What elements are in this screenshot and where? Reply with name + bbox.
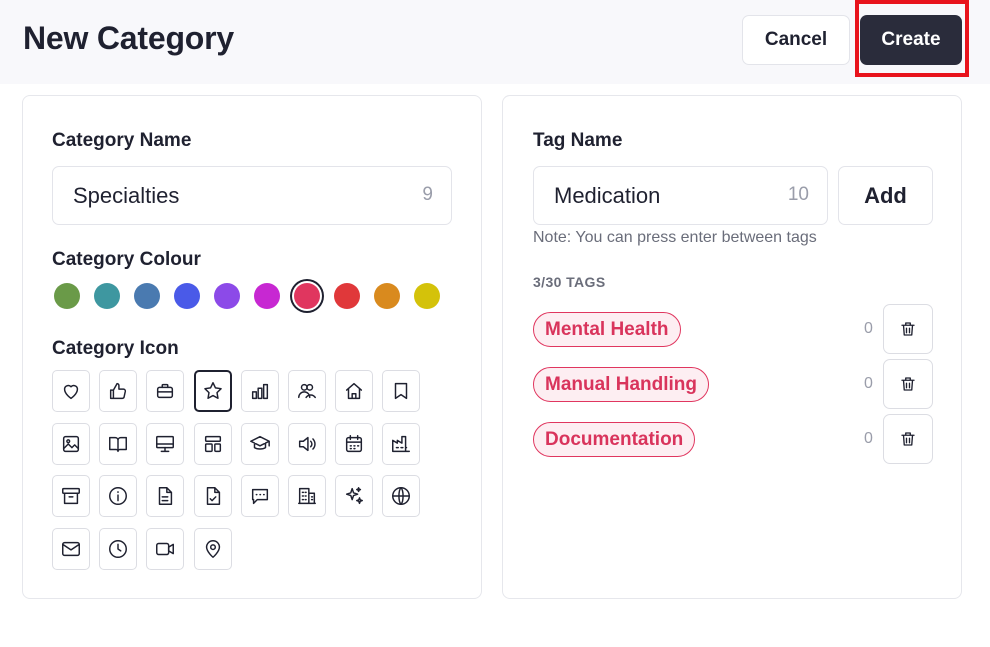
trash-icon bbox=[901, 322, 915, 336]
sparkles-icon bbox=[346, 487, 364, 505]
category-colour-label: Category Colour bbox=[52, 249, 201, 270]
tag-usage-count: 0 bbox=[864, 430, 873, 447]
icon-option-file-text[interactable] bbox=[146, 475, 185, 517]
icon-option-calendar[interactable] bbox=[335, 422, 374, 465]
category-name-char-count: 9 bbox=[422, 184, 433, 205]
layout-icon bbox=[204, 435, 221, 452]
book-open-icon bbox=[109, 436, 128, 452]
tag-note: Note: You can press enter between tags bbox=[533, 229, 817, 246]
star-icon bbox=[203, 382, 222, 399]
mail-icon bbox=[62, 541, 80, 556]
file-text-icon bbox=[159, 487, 173, 505]
heart-icon bbox=[63, 384, 79, 400]
tag-usage-count: 0 bbox=[864, 375, 873, 392]
home-icon bbox=[346, 382, 363, 400]
tags-card: Tag Name 10 Add Note: You can press ente… bbox=[502, 95, 962, 599]
tag-name-field[interactable]: 10 bbox=[533, 166, 828, 225]
category-name-label: Category Name bbox=[52, 130, 192, 151]
trash-icon bbox=[901, 377, 915, 391]
colour-swatch[interactable] bbox=[134, 283, 160, 309]
speaker-icon bbox=[298, 436, 316, 451]
delete-tag-button[interactable] bbox=[883, 414, 933, 464]
icon-option-factory[interactable] bbox=[382, 422, 421, 465]
briefcase-icon bbox=[157, 383, 174, 399]
users-icon bbox=[298, 383, 316, 399]
icon-option-clock[interactable] bbox=[99, 527, 138, 570]
page-title: New Category bbox=[23, 20, 234, 56]
icon-option-monitor[interactable] bbox=[146, 422, 185, 465]
icon-option-message[interactable] bbox=[240, 475, 279, 517]
colour-swatch[interactable] bbox=[374, 283, 400, 309]
category-card: Category Name 9 Category Colour Category… bbox=[22, 95, 482, 599]
icon-option-file-check[interactable] bbox=[193, 475, 232, 517]
tags-count: 3/30 TAGS bbox=[533, 274, 606, 290]
icon-option-graduation-cap[interactable] bbox=[240, 422, 279, 465]
icon-option-briefcase[interactable] bbox=[146, 370, 185, 412]
globe-icon bbox=[392, 487, 411, 505]
icon-option-globe[interactable] bbox=[382, 475, 421, 517]
icon-option-star[interactable] bbox=[193, 370, 232, 412]
file-check-icon bbox=[206, 487, 220, 505]
map-pin-icon bbox=[205, 539, 220, 558]
page-header: New Category Cancel Create bbox=[0, 0, 990, 84]
colour-swatch[interactable] bbox=[94, 283, 120, 309]
message-icon bbox=[251, 488, 268, 505]
icon-option-bar-chart[interactable] bbox=[240, 370, 279, 412]
icon-option-image[interactable] bbox=[52, 422, 90, 465]
icon-option-info[interactable] bbox=[99, 475, 138, 517]
tag-name-input[interactable] bbox=[554, 167, 774, 224]
icon-option-video[interactable] bbox=[146, 527, 185, 570]
graduation-cap-icon bbox=[249, 435, 270, 450]
colour-swatch[interactable] bbox=[54, 283, 80, 309]
factory-icon bbox=[392, 435, 411, 452]
calendar-icon bbox=[346, 434, 363, 452]
category-name-input[interactable] bbox=[73, 167, 373, 224]
icon-option-home[interactable] bbox=[335, 370, 374, 412]
icon-option-archive[interactable] bbox=[52, 475, 90, 517]
cancel-button[interactable]: Cancel bbox=[742, 15, 850, 65]
image-icon bbox=[62, 435, 80, 452]
icon-option-map-pin[interactable] bbox=[193, 527, 232, 570]
icon-option-heart[interactable] bbox=[52, 370, 90, 412]
tag-pill[interactable]: Documentation bbox=[533, 422, 696, 457]
colour-swatch[interactable] bbox=[214, 283, 240, 309]
colour-swatch[interactable] bbox=[174, 283, 200, 309]
colour-swatch[interactable] bbox=[334, 283, 360, 309]
trash-icon bbox=[901, 432, 915, 446]
video-icon bbox=[156, 542, 175, 555]
monitor-icon bbox=[156, 435, 175, 452]
icon-option-building[interactable] bbox=[288, 475, 326, 517]
category-name-field[interactable]: 9 bbox=[52, 166, 452, 225]
colour-swatch[interactable] bbox=[254, 283, 280, 309]
tag-name-label: Tag Name bbox=[533, 130, 623, 151]
bar-chart-icon bbox=[251, 383, 268, 400]
icon-option-book-open[interactable] bbox=[99, 422, 138, 465]
icon-option-thumbs-up[interactable] bbox=[99, 370, 138, 412]
create-button[interactable]: Create bbox=[860, 15, 962, 65]
clock-icon bbox=[109, 539, 128, 558]
delete-tag-button[interactable] bbox=[883, 359, 933, 409]
icon-option-mail[interactable] bbox=[52, 527, 90, 570]
icon-option-users[interactable] bbox=[288, 370, 326, 412]
info-icon bbox=[109, 487, 128, 505]
category-icon-label: Category Icon bbox=[52, 338, 179, 359]
building-icon bbox=[298, 487, 316, 505]
bookmark-icon bbox=[395, 382, 408, 400]
colour-swatch[interactable] bbox=[414, 283, 440, 309]
add-tag-button[interactable]: Add bbox=[838, 166, 933, 225]
thumbs-up-icon bbox=[110, 382, 127, 400]
delete-tag-button[interactable] bbox=[883, 304, 933, 354]
icon-option-layout[interactable] bbox=[193, 422, 232, 465]
icon-option-speaker[interactable] bbox=[288, 422, 326, 465]
tag-pill[interactable]: Manual Handling bbox=[533, 367, 709, 402]
icon-option-bookmark[interactable] bbox=[382, 370, 421, 412]
tag-pill[interactable]: Mental Health bbox=[533, 312, 681, 347]
tag-usage-count: 0 bbox=[864, 320, 873, 337]
colour-swatch[interactable] bbox=[294, 283, 320, 309]
tag-name-char-count: 10 bbox=[787, 184, 809, 205]
archive-icon bbox=[62, 487, 80, 505]
icon-option-sparkles[interactable] bbox=[335, 475, 374, 517]
